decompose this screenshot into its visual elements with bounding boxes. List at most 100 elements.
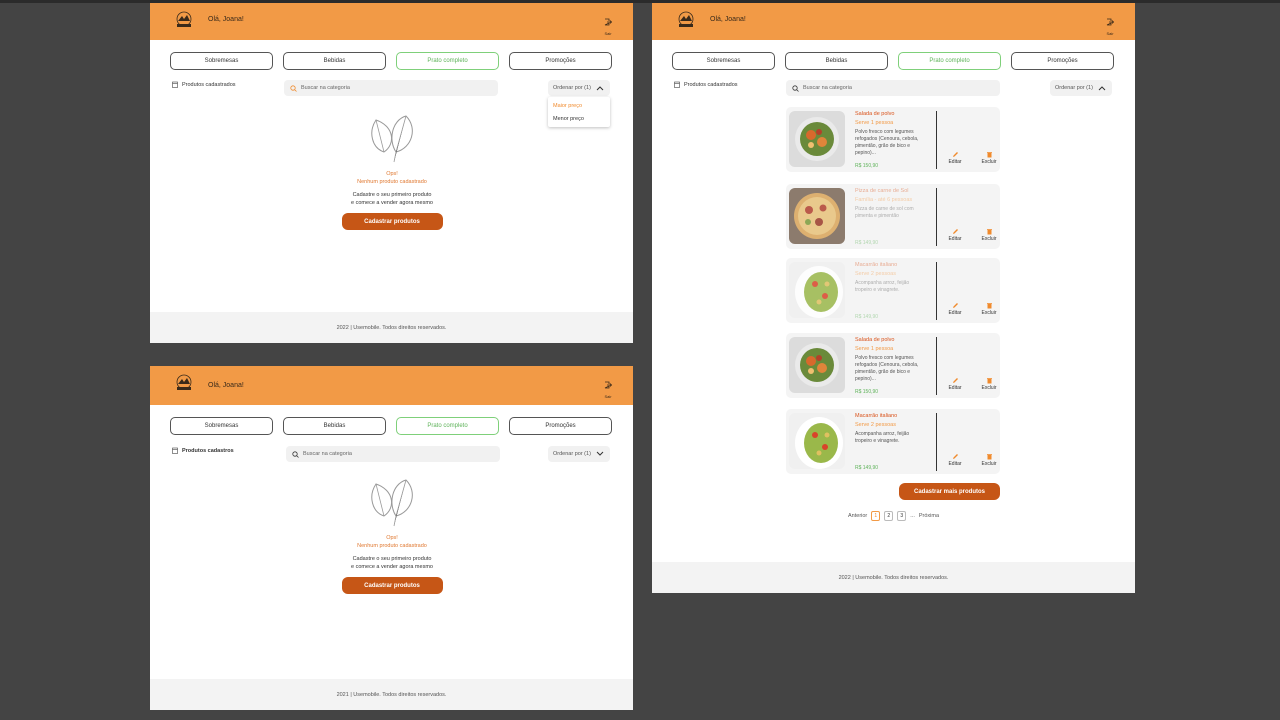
- page-2-button[interactable]: 2: [884, 511, 894, 521]
- delete-button[interactable]: Excluir: [979, 151, 999, 165]
- app-header: Olá, Joana! Sair: [150, 366, 633, 405]
- delete-button[interactable]: Excluir: [979, 377, 999, 391]
- oops-text: Ops!: [386, 535, 398, 541]
- card-divider: [936, 413, 937, 471]
- box-icon: [172, 81, 178, 88]
- product-price: R$ 150,90: [855, 389, 879, 395]
- logout-button[interactable]: Sair: [603, 13, 613, 36]
- logout-icon: [1106, 18, 1115, 26]
- logout-icon: [604, 381, 613, 389]
- no-product-text: Nenhum produto cadastrado: [357, 543, 427, 549]
- search-input[interactable]: [303, 451, 493, 457]
- tab-prato-completo[interactable]: Prato completo: [396, 52, 499, 70]
- product-serves: Família - até 6 pessoas: [855, 197, 913, 203]
- sort-menu: Maior preço Menor preço: [548, 97, 610, 127]
- edit-button[interactable]: Editar: [945, 377, 965, 391]
- tab-sobremesas[interactable]: Sobremesas: [672, 52, 775, 70]
- delete-label: Excluir: [981, 385, 997, 391]
- logo-icon: [678, 11, 694, 27]
- search-input[interactable]: [803, 85, 993, 91]
- sort-option-maior-preco[interactable]: Maior preço: [553, 103, 582, 109]
- pizza-image: [789, 188, 845, 244]
- edit-button[interactable]: Editar: [945, 151, 965, 165]
- instruction-text: Cadastre o seu primeiro produto e comece…: [340, 191, 444, 207]
- product-card[interactable]: Macarrão italiano Serve 2 pessoas Acompa…: [786, 258, 1000, 323]
- logo-icon: [176, 374, 192, 390]
- tab-prato-completo[interactable]: Prato completo: [898, 52, 1001, 70]
- register-products-button[interactable]: Cadastrar produtos: [341, 577, 443, 594]
- sidebar-label: Produtos cadastrados: [684, 81, 738, 88]
- edit-label: Editar: [948, 385, 962, 391]
- leaves-icon: [371, 115, 413, 163]
- register-more-products-button[interactable]: Cadastrar mais produtos: [899, 483, 1000, 500]
- pencil-icon: [952, 152, 958, 157]
- product-title: Salada de polvo: [855, 111, 895, 117]
- sidebar-label: Produtos cadastrados: [182, 81, 236, 88]
- pagination-ellipsis: ...: [910, 513, 915, 519]
- tab-promocoes[interactable]: Promoções: [1011, 52, 1114, 70]
- delete-label: Excluir: [981, 310, 997, 316]
- footer: 2022 | Usemobile. Todos direitos reserva…: [150, 312, 633, 343]
- sort-option-menor-preco[interactable]: Menor preço: [553, 116, 584, 122]
- pagination-prev[interactable]: Anterior: [848, 513, 867, 519]
- logout-button[interactable]: Sair: [1105, 13, 1115, 36]
- product-price: R$ 149,90: [855, 314, 879, 320]
- delete-button[interactable]: Excluir: [979, 302, 999, 316]
- logout-icon: [604, 18, 613, 26]
- delete-label: Excluir: [981, 461, 997, 467]
- sidebar-products[interactable]: Produtos cadastrados: [172, 81, 236, 88]
- edit-button[interactable]: Editar: [945, 453, 965, 467]
- category-tabs: Sobremesas Bebidas Prato completo Promoç…: [170, 417, 612, 435]
- logo-icon: [176, 11, 192, 27]
- tab-bebidas[interactable]: Bebidas: [785, 52, 888, 70]
- tab-prato-completo[interactable]: Prato completo: [396, 417, 499, 435]
- tab-sobremesas[interactable]: Sobremesas: [170, 52, 273, 70]
- tab-promocoes[interactable]: Promoções: [509, 52, 612, 70]
- oops-text: Ops!: [386, 171, 398, 177]
- product-card[interactable]: Pizza de carne de Sol Família - até 6 pe…: [786, 184, 1000, 249]
- product-description: Pizza de carne de sol com pimenta e pime…: [855, 206, 914, 219]
- page-1-button[interactable]: 1: [871, 511, 881, 521]
- pagination-next[interactable]: Próxima: [919, 513, 939, 519]
- edit-button[interactable]: Editar: [945, 302, 965, 316]
- page-3-button[interactable]: 3: [897, 511, 907, 521]
- search-bar[interactable]: [284, 80, 498, 96]
- instruction-line-1: Cadastre o seu primeiro produto: [352, 556, 432, 562]
- sidebar-products[interactable]: Produtos cadastrados: [674, 81, 738, 88]
- card-divider: [936, 337, 937, 395]
- logout-button[interactable]: Sair: [603, 376, 613, 399]
- tab-promocoes[interactable]: Promoções: [509, 417, 612, 435]
- card-divider: [936, 262, 937, 320]
- product-serves: Serve 1 pessoa: [855, 346, 894, 352]
- product-title: Macarrão italiano: [855, 262, 898, 268]
- product-card[interactable]: Salada de polvo Serve 1 pessoa Polvo fre…: [786, 107, 1000, 172]
- delete-label: Excluir: [981, 236, 997, 242]
- sort-label: Ordenar por (1): [553, 451, 591, 457]
- sort-dropdown[interactable]: Ordenar por (1): [1050, 80, 1112, 96]
- tab-bebidas[interactable]: Bebidas: [283, 52, 386, 70]
- search-icon: [292, 450, 299, 458]
- edit-button[interactable]: Editar: [945, 228, 965, 242]
- product-card[interactable]: Salada de polvo Serve 1 pessoa Polvo fre…: [786, 333, 1000, 398]
- sort-dropdown[interactable]: Ordenar por (1): [548, 446, 610, 462]
- instruction-line-2: e comece a vender agora mesmo: [351, 200, 433, 206]
- pencil-icon: [952, 454, 958, 459]
- octopus-salad-image: [789, 111, 845, 167]
- search-input[interactable]: [301, 85, 491, 91]
- sort-dropdown[interactable]: Ordenar por (1): [548, 80, 610, 96]
- chevron-up-icon: [1098, 86, 1106, 91]
- edit-label: Editar: [948, 159, 962, 165]
- trash-icon: [986, 454, 992, 460]
- product-description: Acompanha arroz, feijão tropeiro e vinag…: [855, 280, 910, 293]
- tab-bebidas[interactable]: Bebidas: [283, 417, 386, 435]
- instruction-text: Cadastre o seu primeiro produto e comece…: [340, 555, 444, 571]
- sidebar-products[interactable]: Produtos cadastros: [172, 447, 234, 454]
- delete-button[interactable]: Excluir: [979, 228, 999, 242]
- product-card[interactable]: Macarrão italiano Serve 2 pessoas Acompa…: [786, 409, 1000, 474]
- delete-button[interactable]: Excluir: [979, 453, 999, 467]
- tab-sobremesas[interactable]: Sobremesas: [170, 417, 273, 435]
- search-bar[interactable]: [786, 80, 1000, 96]
- search-bar[interactable]: [286, 446, 500, 462]
- pasta-salad-image: [789, 262, 845, 318]
- register-products-button[interactable]: Cadastrar produtos: [341, 213, 443, 230]
